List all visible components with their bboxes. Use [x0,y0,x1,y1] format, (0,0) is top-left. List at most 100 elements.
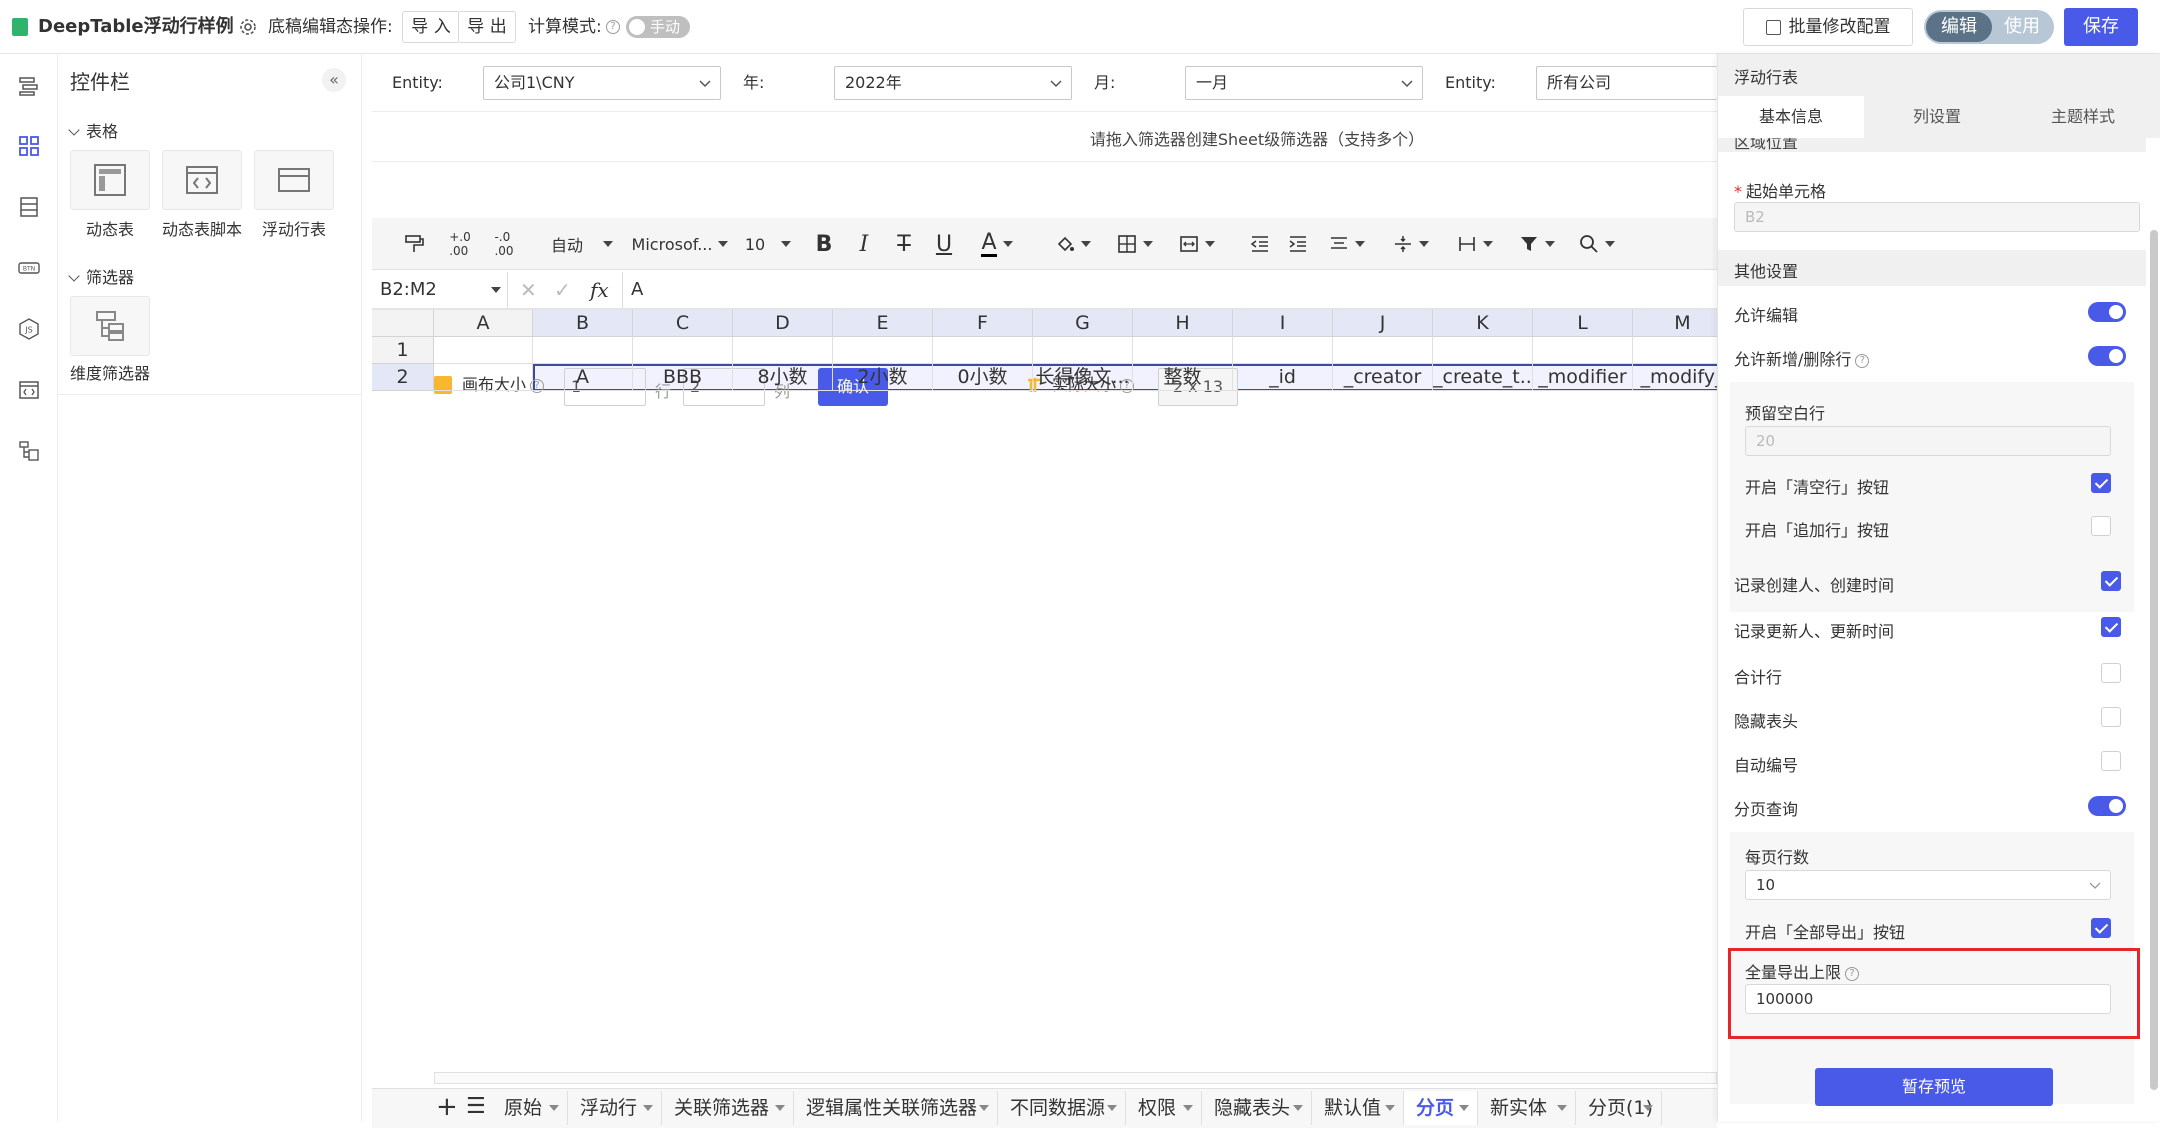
reserved-blank-rows-input[interactable]: 20 [1745,426,2111,456]
caret-down-icon[interactable] [1183,1105,1193,1111]
vertical-align-icon[interactable] [1386,226,1436,262]
paged-query-toggle[interactable] [2088,796,2126,816]
sheet-tab[interactable]: 逻辑属性关联筛选器 [794,1091,998,1125]
column-header-i[interactable]: I [1233,310,1333,337]
entity-select[interactable]: 公司1\CNY [483,66,721,100]
cancel-formula-icon[interactable]: ✕ [520,272,537,308]
btn-component-icon[interactable]: BTN [14,253,44,283]
fill-color-icon[interactable] [1048,226,1098,262]
floating-row-table-widget[interactable] [254,150,334,210]
grid-cell[interactable] [733,337,833,364]
entity-select-2[interactable]: 所有公司 [1536,66,1717,100]
enable-export-all-checkbox[interactable] [2091,918,2111,938]
bold-icon[interactable]: B [806,226,842,262]
settings-gear-icon[interactable] [238,17,258,37]
auto-number-checkbox[interactable] [2101,751,2121,771]
grid-cell[interactable]: _creator [1333,364,1433,391]
grid-cell[interactable] [1133,337,1233,364]
record-modifier-checkbox[interactable] [2101,617,2121,637]
sheet-tab[interactable]: 权限 [1126,1091,1202,1125]
dimension-filter-widget[interactable] [70,296,150,356]
month-select[interactable]: 一月 [1185,66,1423,100]
mode-edit-option[interactable]: 编辑 [1926,12,1992,42]
column-header-l[interactable]: L [1533,310,1633,337]
tab-basic-info[interactable]: 基本信息 [1718,96,1864,138]
year-select[interactable]: 2022年 [834,66,1072,100]
caret-down-icon[interactable] [1293,1105,1303,1111]
filter-funnel-icon[interactable] [1512,226,1562,262]
search-icon[interactable] [1572,226,1622,262]
italic-icon[interactable]: I [846,226,882,262]
widgets-grid-icon[interactable] [14,131,44,161]
increase-decimal-icon[interactable]: +.0.00 [442,226,478,262]
vertical-scrollbar[interactable] [2150,230,2158,1090]
export-button[interactable]: 导 出 [458,11,516,43]
js-script-icon[interactable]: JS [14,314,44,344]
batch-modify-button[interactable]: 批量修改配置 [1743,8,1913,46]
format-painter-icon[interactable] [396,226,432,262]
sheet-tab[interactable]: 分页 [1404,1091,1478,1125]
sheet-tab[interactable]: 默认值 [1312,1091,1404,1125]
add-sheet-icon[interactable]: + [436,1090,458,1124]
mode-switch[interactable]: 编辑 使用 [1924,10,2054,44]
column-header-h[interactable]: H [1133,310,1233,337]
grid-cell[interactable] [933,337,1033,364]
tab-column-settings[interactable]: 列设置 [1864,96,2010,138]
caret-down-icon[interactable] [549,1105,559,1111]
grid-cell[interactable] [434,364,533,391]
grid-cell[interactable]: 0小数 [933,364,1033,391]
caret-down-icon[interactable] [643,1105,653,1111]
hide-header-checkbox[interactable] [2101,707,2121,727]
table-group-header[interactable]: 表格 [68,118,118,142]
grid-cell[interactable] [633,337,733,364]
filter-group-header[interactable]: 筛选器 [68,264,134,288]
grid-cell[interactable] [1333,337,1433,364]
font-size-select[interactable]: 10 [740,226,796,262]
total-row-checkbox[interactable] [2101,663,2121,683]
caret-down-icon[interactable] [1557,1105,1567,1111]
sheet-tab[interactable]: 分页(1) [1576,1091,1662,1125]
caret-down-icon[interactable] [979,1105,989,1111]
caret-down-icon[interactable] [775,1105,785,1111]
decrease-decimal-icon[interactable]: -.0.00 [486,226,522,262]
column-header-d[interactable]: D [733,310,833,337]
calc-mode-help-icon[interactable]: ? [606,20,620,34]
borders-icon[interactable] [1110,226,1160,262]
sheet-tab[interactable]: 不同数据源 [998,1091,1126,1125]
merge-cells-icon[interactable] [1172,226,1222,262]
grid-cell[interactable]: 8小数 [733,364,833,391]
sheet-tab[interactable]: 浮动行 [568,1091,662,1125]
strikethrough-icon[interactable]: T [886,226,922,262]
export-limit-help-icon[interactable]: ? [1845,966,1860,981]
column-header-b[interactable]: B [533,310,633,337]
grid-cell[interactable] [1033,337,1133,364]
grid-cell[interactable]: 2小数 [833,364,933,391]
sheet-tab[interactable]: 新实体 [1478,1091,1576,1125]
enable-append-button-checkbox[interactable] [2091,516,2111,536]
confirm-formula-icon[interactable]: ✓ [554,272,571,308]
grid-cell[interactable] [1533,337,1633,364]
grid-corner[interactable] [372,310,434,337]
column-header-k[interactable]: K [1433,310,1533,337]
export-limit-input[interactable]: 100000 [1745,984,2111,1014]
grid-cell[interactable] [533,337,633,364]
increase-indent-icon[interactable] [1280,226,1316,262]
rows-per-page-select[interactable]: 10 [1745,870,2111,900]
caret-down-icon[interactable] [1107,1105,1117,1111]
grid-cell[interactable]: _id [1233,364,1333,391]
sheet-tab[interactable]: 原始 [492,1091,568,1125]
grid-cell[interactable] [1233,337,1333,364]
layers-icon[interactable] [14,71,44,101]
caret-down-icon[interactable] [1643,1105,1653,1111]
allow-add-delete-help-icon[interactable]: ? [1855,353,1870,368]
font-color-icon[interactable]: A [972,226,1022,262]
start-cell-input[interactable]: B2 [1734,202,2140,232]
horizontal-scrollbar[interactable] [434,1072,1717,1084]
font-family-select[interactable]: Microsof... [632,226,729,262]
tree-table-icon[interactable] [14,436,44,466]
row-header-2[interactable]: 2 [372,364,434,391]
allow-add-delete-toggle[interactable] [2088,346,2126,366]
import-button[interactable]: 导 入 [402,11,460,43]
row-header-1[interactable]: 1 [372,337,434,364]
grid-cell[interactable]: BBB [633,364,733,391]
